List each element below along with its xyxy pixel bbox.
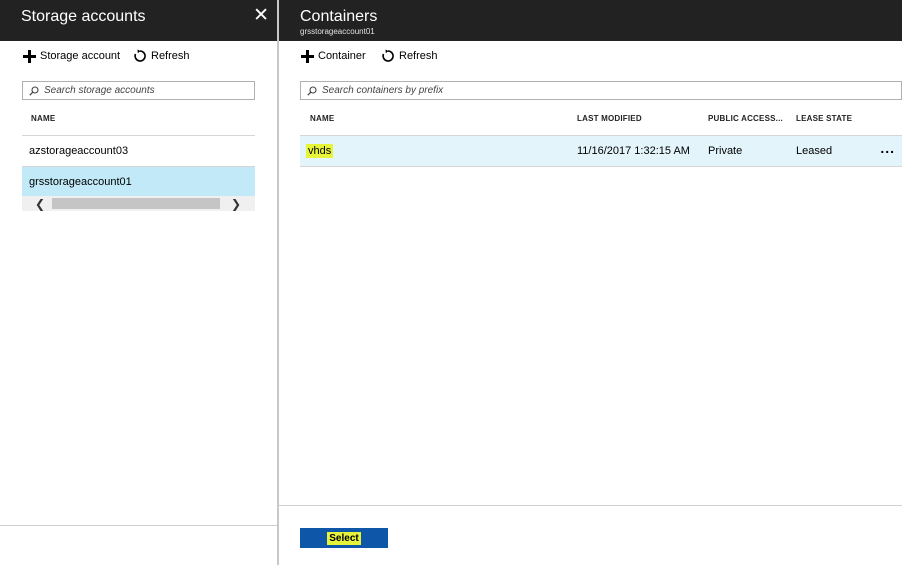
refresh-icon: [133, 49, 147, 63]
search-icon: [27, 85, 41, 96]
footer-divider: [0, 525, 277, 526]
column-header-lease-state[interactable]: LEASE STATE: [796, 114, 852, 123]
refresh-label: Refresh: [399, 50, 438, 62]
column-header-last-modified[interactable]: LAST MODIFIED: [577, 114, 642, 123]
add-container-button[interactable]: Container: [300, 49, 366, 63]
plus-icon: [300, 49, 314, 63]
storage-accounts-toolbar: Storage account Refresh: [0, 41, 277, 74]
select-button[interactable]: Select: [300, 528, 388, 548]
horizontal-scrollbar[interactable]: ❮ ❯: [22, 196, 255, 211]
container-lease-state: Leased: [796, 145, 833, 157]
containers-subtitle: grsstorageaccount01: [300, 27, 375, 36]
container-public-access: Private: [708, 145, 743, 157]
add-storage-account-button[interactable]: Storage account: [22, 49, 120, 63]
containers-blade: Containers grsstorageaccount01 Container…: [279, 0, 902, 565]
add-container-label: Container: [318, 50, 366, 62]
storage-account-row-selected[interactable]: grsstorageaccount01: [22, 167, 255, 197]
column-header-public-access[interactable]: PUBLIC ACCESS...: [708, 114, 783, 123]
row-divider: [300, 166, 902, 167]
container-last-modified: 11/16/2017 1:32:15 AM: [577, 145, 690, 157]
scroll-left-icon[interactable]: ❮: [28, 196, 52, 211]
search-containers-input[interactable]: Search containers by prefix: [300, 81, 902, 100]
storage-account-row[interactable]: azstorageaccount03: [22, 136, 255, 166]
refresh-label: Refresh: [151, 50, 190, 62]
column-header-name: NAME: [31, 114, 56, 123]
containers-title: Containers: [300, 8, 378, 25]
footer-divider: [279, 505, 902, 506]
refresh-accounts-button[interactable]: Refresh: [133, 49, 190, 63]
containers-header: Containers grsstorageaccount01: [279, 0, 902, 41]
storage-accounts-blade: Storage accounts ✕ Storage account Refre…: [0, 0, 279, 565]
search-placeholder: Search storage accounts: [44, 85, 155, 96]
refresh-containers-button[interactable]: Refresh: [381, 49, 438, 63]
refresh-icon: [381, 49, 395, 63]
scrollbar-thumb[interactable]: [52, 198, 220, 209]
search-icon: [305, 85, 319, 96]
scroll-right-icon[interactable]: ❯: [224, 196, 248, 211]
select-label: Select: [327, 531, 361, 545]
more-options-icon[interactable]: ...: [880, 140, 895, 156]
storage-accounts-header: Storage accounts ✕: [0, 0, 277, 41]
close-icon[interactable]: ✕: [253, 6, 269, 26]
containers-toolbar: Container Refresh: [279, 41, 902, 74]
plus-icon: [22, 49, 36, 63]
search-placeholder: Search containers by prefix: [322, 85, 444, 96]
storage-account-name: azstorageaccount03: [29, 145, 129, 157]
column-header-name[interactable]: NAME: [310, 114, 334, 123]
search-storage-accounts-input[interactable]: Search storage accounts: [22, 81, 255, 100]
storage-accounts-title: Storage accounts: [21, 8, 146, 25]
container-row[interactable]: vhds 11/16/2017 1:32:15 AM Private Lease…: [300, 136, 902, 166]
add-storage-account-label: Storage account: [40, 50, 121, 62]
container-name: vhds: [306, 144, 334, 158]
storage-account-name: grsstorageaccount01: [29, 176, 132, 188]
